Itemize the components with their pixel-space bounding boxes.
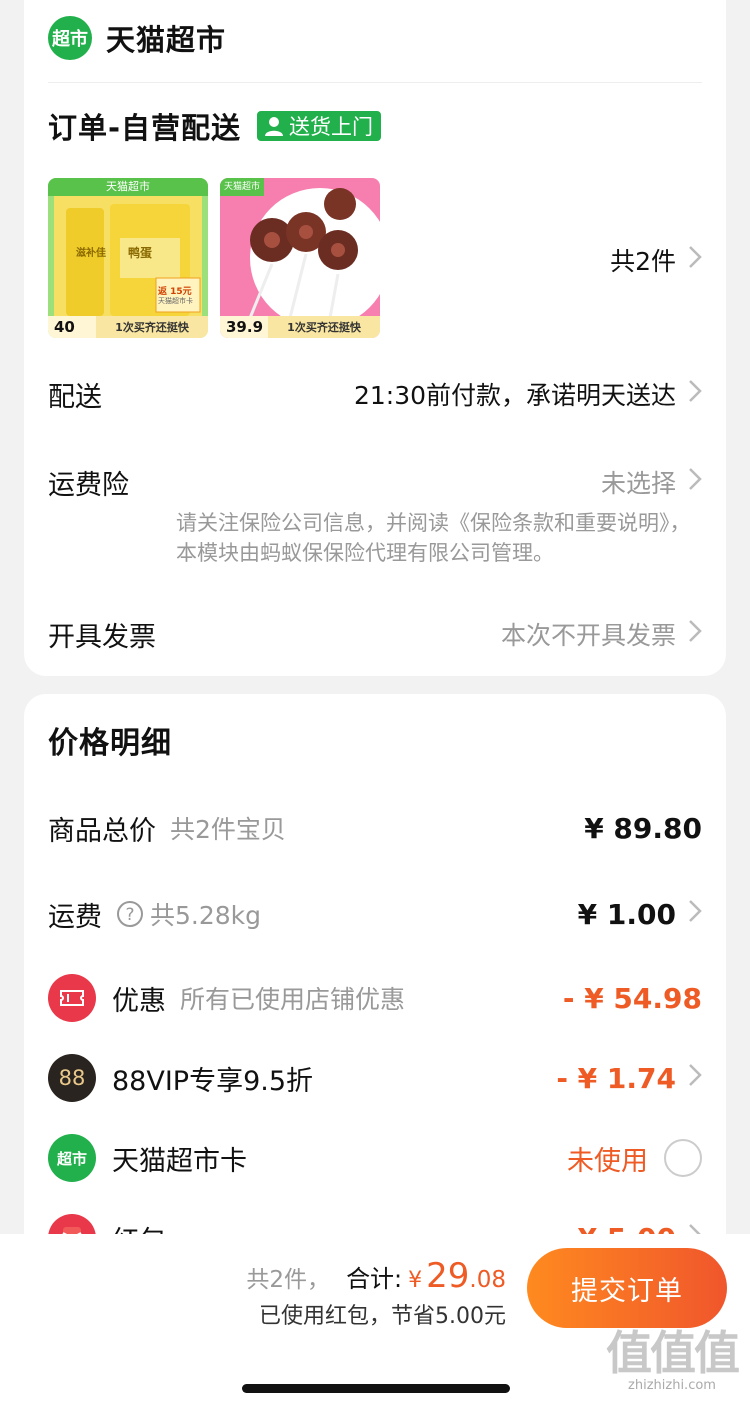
chevron-right-icon [676, 245, 702, 275]
store-header[interactable]: 超市 天猫超市 [48, 16, 702, 60]
watermark: 值值值 zhizhizhi.com [598, 1328, 746, 1393]
product-price: 39.9 [226, 318, 264, 336]
supermarket-card-icon: 超市 [48, 1134, 96, 1182]
shipping-amount: ¥ 1.00 [577, 897, 676, 931]
discount-amount: - ¥ 54.98 [562, 981, 702, 1015]
supermarket-card-radio[interactable] [664, 1139, 702, 1177]
total-label: 合计: [346, 1265, 403, 1293]
svg-text:?: ? [125, 905, 134, 925]
watermark-site: zhizhizhi.com [628, 1378, 716, 1393]
vip-row[interactable]: 88 88VIP专享9.5折 - ¥ 1.74 [48, 1054, 702, 1102]
price-detail-header: 价格明细 [48, 720, 702, 761]
product-text: 滋补佳 [76, 248, 106, 259]
goods-total-label: 商品总价 [48, 815, 156, 847]
order-header: 订单-自营配送 送货上门 [48, 106, 702, 146]
submit-order-button[interactable]: 提交订单 [527, 1248, 727, 1328]
product-price: 40 [54, 318, 75, 336]
total-integer: 29 [426, 1256, 470, 1296]
order-title: 订单-自营配送 [48, 111, 242, 145]
product-thumb-1[interactable]: 天猫超市 滋补佳 鸭蛋 返 15元 天猫超市卡 40 1次买齐还挺快 [48, 178, 208, 338]
shipping-label: 运费 [48, 901, 102, 933]
product-banner: 40 1次买齐还挺快 [48, 316, 208, 338]
insurance-label: 运费险 [48, 469, 129, 501]
vip-icon: 88 [48, 1054, 96, 1102]
chevron-right-icon [676, 1063, 702, 1093]
supermarket-card-status: 未使用 [567, 1145, 648, 1177]
delivery-value: 21:30前付款，承诺明天送达 [353, 381, 676, 410]
total-decimal: .08 [469, 1267, 506, 1293]
delivery-tag: 送货上门 [257, 111, 382, 141]
discount-label: 优惠 [112, 985, 166, 1017]
delivery-row[interactable]: 配送 21:30前付款，承诺明天送达 [48, 374, 702, 414]
product-image [248, 188, 380, 328]
store-logo: 超市 [48, 16, 92, 60]
shipping-weight: 共5.28kg [150, 901, 262, 930]
product-promo-sub: 天猫超市卡 [158, 297, 193, 305]
vip-amount: - ¥ 1.74 [556, 1061, 676, 1095]
product-slogan: 1次买齐还挺快 [96, 316, 208, 338]
item-count-label: 共2件 [610, 247, 676, 276]
coupon-icon [48, 974, 96, 1022]
product-thumb-2[interactable]: 天猫超市 39.9 1次买齐还挺快 [220, 178, 380, 338]
watermark-chars: 值值值 [606, 1326, 740, 1380]
invoice-row[interactable]: 开具发票 本次不开具发票 [48, 614, 702, 654]
price-detail-title: 价格明细 [48, 726, 172, 761]
home-indicator[interactable] [242, 1384, 510, 1393]
total-currency: ¥ [408, 1268, 423, 1293]
discount-row: 优惠 所有已使用店铺优惠 - ¥ 54.98 [48, 974, 702, 1022]
shipping-row[interactable]: 运费 ? 共5.28kg ¥ 1.00 [48, 894, 702, 934]
vip-label: 88VIP专享9.5折 [112, 1065, 314, 1097]
goods-total-amount: ¥ 89.80 [584, 811, 702, 845]
supermarket-card-label: 天猫超市卡 [112, 1145, 247, 1177]
goods-total-row: 商品总价 共2件宝贝 ¥ 89.80 [48, 808, 702, 848]
product-banner: 39.9 1次买齐还挺快 [220, 316, 380, 338]
store-name: 天猫超市 [106, 23, 227, 57]
price-detail-card: 价格明细 商品总价 共2件宝贝 ¥ 89.80 运费 ? 共5.28kg ¥ 1… [24, 694, 726, 1254]
product-slogan: 1次买齐还挺快 [268, 316, 380, 338]
person-icon [265, 117, 284, 136]
chevron-right-icon [676, 467, 702, 497]
insurance-row[interactable]: 运费险 未选择 [48, 462, 702, 502]
chevron-right-icon [676, 619, 702, 649]
invoice-label: 开具发票 [48, 621, 156, 653]
saved-note: 已使用红包，节省5.00元 [259, 1304, 506, 1329]
supermarket-card-row[interactable]: 超市 天猫超市卡 未使用 [48, 1134, 702, 1182]
discount-sub: 所有已使用店铺优惠 [180, 985, 406, 1014]
delivery-tag-label: 送货上门 [289, 115, 374, 139]
help-icon[interactable]: ? [116, 900, 144, 928]
item-count[interactable]: 共2件 [610, 240, 702, 280]
divider [48, 82, 702, 83]
insurance-value: 未选择 [600, 469, 676, 498]
delivery-label: 配送 [48, 381, 102, 413]
product-text-2: 鸭蛋 [128, 246, 153, 260]
chevron-right-icon [676, 899, 702, 929]
chevron-right-icon [676, 379, 702, 409]
checkout-bar: 共2件， 合计: ¥ 29 .08 已使用红包，节省5.00元 提交订单 值值值… [0, 1234, 750, 1410]
order-total: 共2件， 合计: ¥ 29 .08 [246, 1256, 506, 1296]
total-count: 共2件， [246, 1267, 331, 1293]
goods-total-sub: 共2件宝贝 [170, 815, 286, 844]
insurance-note: 请关注保险公司信息，并阅读《保险条款和重要说明》，本模块由蚂蚁保保险代理有限公司… [176, 511, 691, 565]
order-card: 超市 天猫超市 订单-自营配送 送货上门 天猫超市 滋补佳 鸭蛋 返 15元 天… [24, 0, 726, 676]
invoice-value: 本次不开具发票 [500, 621, 676, 650]
